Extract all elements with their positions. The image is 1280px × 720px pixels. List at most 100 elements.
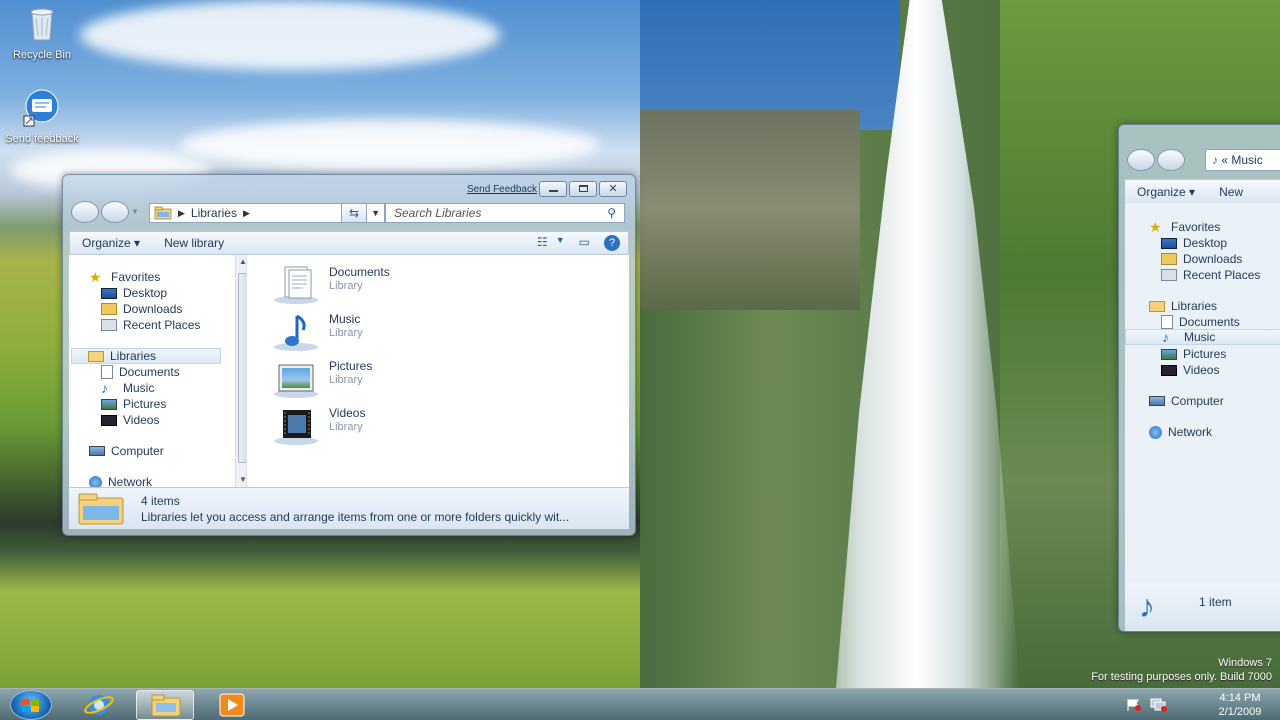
item-count: 4 items	[141, 494, 180, 508]
library-type: Library	[329, 421, 363, 433]
library-music[interactable]: Music Library	[271, 312, 363, 352]
taskbar-media-player[interactable]	[204, 690, 262, 720]
taskbar: 4:14 PM 2/1/2009	[0, 688, 1280, 720]
send-feedback-link[interactable]: Send Feedback	[467, 184, 537, 195]
nav-libraries[interactable]: Libraries	[71, 348, 221, 364]
library-type: Library	[329, 327, 363, 339]
taskbar-windows-explorer[interactable]	[136, 690, 194, 720]
view-options-chevron-icon[interactable]: ▼	[556, 235, 565, 251]
nav-pictures[interactable]: Pictures	[1161, 346, 1226, 362]
search-input[interactable]: Search Libraries ⚲	[385, 203, 625, 223]
details-pane: 4 items Libraries let you access and arr…	[69, 487, 629, 529]
music-icon: ♪	[1162, 329, 1169, 345]
refresh-button[interactable]: ⇆	[341, 203, 367, 223]
videos-library-icon	[274, 410, 318, 445]
downloads-icon	[1161, 253, 1177, 265]
maximize-button[interactable]	[569, 181, 597, 197]
close-button[interactable]: ✕	[599, 181, 627, 197]
breadcrumb-chevron-icon[interactable]: ▶	[243, 208, 250, 219]
nav-favorites[interactable]: ★ Favorites	[1149, 219, 1220, 235]
recent-pages-chevron-icon[interactable]: ▼	[131, 201, 139, 223]
new-library-button[interactable]: New library	[152, 236, 236, 250]
library-documents[interactable]: Documents Library	[271, 265, 390, 305]
build-watermark: Windows 7 For testing purposes only. Bui…	[1091, 656, 1272, 684]
desktop-icon-recycle-bin[interactable]: Recycle Bin	[2, 4, 82, 61]
search-icon[interactable]: ⚲	[607, 204, 616, 222]
nav-downloads[interactable]: Downloads	[1161, 251, 1242, 267]
nav-scrollbar[interactable]: ▲ ▼	[235, 255, 246, 487]
documents-icon	[1161, 315, 1173, 329]
nav-computer[interactable]: Computer	[89, 443, 164, 459]
desktop-icon-send-feedback[interactable]: Send feedback	[2, 88, 82, 145]
star-icon: ★	[1149, 219, 1162, 235]
explorer-window[interactable]: Send Feedback ✕ ▼ ▶ Libraries ▶ ▼ ⇆ Sear…	[62, 174, 636, 536]
nav-documents[interactable]: Documents	[1161, 314, 1240, 330]
send-feedback-label: Send feedback	[5, 133, 79, 145]
minimize-button[interactable]	[539, 181, 567, 197]
nav-videos[interactable]: Videos	[1161, 362, 1219, 378]
nav-libraries[interactable]: Libraries	[1149, 298, 1217, 314]
nav-desktop[interactable]: Desktop	[101, 285, 167, 301]
music-navigation-pane: ★ Favorites Desktop Downloads Recent Plac…	[1125, 203, 1280, 583]
network-status-icon[interactable]	[1150, 698, 1168, 712]
help-icon[interactable]: ?	[604, 235, 620, 251]
videos-icon	[1161, 364, 1177, 376]
library-type: Library	[329, 280, 363, 292]
organize-button[interactable]: Organize ▾	[1125, 185, 1207, 199]
forward-button[interactable]	[1157, 149, 1185, 171]
nav-pictures[interactable]: Pictures	[101, 396, 166, 412]
nav-downloads[interactable]: Downloads	[101, 301, 182, 317]
libraries-folder-large-icon	[78, 493, 124, 525]
back-button[interactable]	[1127, 149, 1155, 171]
internet-explorer-icon	[84, 695, 114, 715]
clock[interactable]: 4:14 PM 2/1/2009	[1208, 691, 1272, 719]
new-button[interactable]: New	[1207, 185, 1255, 199]
nav-desktop[interactable]: Desktop	[1161, 235, 1227, 251]
navigation-pane: ★ Favorites Desktop Downloads Recent Pla…	[69, 255, 247, 487]
organize-button[interactable]: Organize ▾	[70, 236, 152, 250]
nav-favorites[interactable]: ★ Favorites	[89, 269, 160, 285]
nav-documents[interactable]: Documents	[101, 364, 180, 380]
action-center-flag-icon[interactable]	[1126, 698, 1142, 712]
scroll-down-icon[interactable]: ▼	[239, 475, 246, 484]
media-player-icon	[219, 693, 245, 717]
libraries-icon	[88, 350, 104, 362]
network-icon	[1149, 425, 1162, 439]
pictures-library-icon	[274, 364, 318, 398]
library-videos[interactable]: Videos Library	[271, 406, 365, 446]
nav-recent-places[interactable]: Recent Places	[101, 317, 200, 333]
preview-pane-icon[interactable]: ▭	[579, 235, 590, 251]
library-pictures[interactable]: Pictures Library	[271, 359, 372, 399]
clock-date: 2/1/2009	[1218, 706, 1262, 718]
music-library-icon	[274, 314, 318, 351]
nav-computer[interactable]: Computer	[1149, 393, 1224, 409]
music-command-bar: Organize ▾ New	[1125, 179, 1280, 203]
breadcrumb-chevron-icon[interactable]: ▶	[178, 208, 185, 219]
music-window[interactable]: ♪ « Music Organize ▾ New ★ Favorites Desk…	[1118, 124, 1280, 632]
libraries-folder-icon	[154, 206, 172, 220]
nav-network[interactable]: Network	[1149, 424, 1212, 440]
nav-recent-places[interactable]: Recent Places	[1161, 267, 1260, 283]
downloads-icon	[101, 303, 117, 315]
music-address-bar[interactable]: ♪ « Music	[1205, 149, 1280, 171]
address-dropdown-icon[interactable]: ▼	[371, 208, 380, 218]
back-button[interactable]	[71, 201, 99, 223]
clock-time: 4:14 PM	[1219, 692, 1261, 704]
content-pane: Documents Library Music Library Pictures…	[247, 255, 629, 487]
forward-button[interactable]	[101, 201, 129, 223]
nav-music[interactable]: ♪ Music	[101, 380, 154, 396]
breadcrumb-libraries[interactable]: Libraries	[191, 206, 237, 220]
taskbar-internet-explorer[interactable]	[70, 690, 128, 720]
nav-music[interactable]: ♪ Music	[1125, 329, 1280, 345]
recent-places-icon	[1161, 269, 1177, 281]
music-icon: ♪	[101, 380, 108, 396]
start-button[interactable]	[10, 690, 52, 720]
nav-videos[interactable]: Videos	[101, 412, 159, 428]
library-type: Library	[329, 374, 363, 386]
nav-network[interactable]: Network	[89, 474, 152, 487]
music-large-icon: ♪	[1139, 588, 1155, 624]
windows-explorer-icon	[151, 694, 181, 717]
change-view-icon[interactable]: ☷	[537, 235, 548, 251]
scroll-thumb[interactable]	[238, 273, 246, 463]
scroll-up-icon[interactable]: ▲	[239, 257, 246, 266]
